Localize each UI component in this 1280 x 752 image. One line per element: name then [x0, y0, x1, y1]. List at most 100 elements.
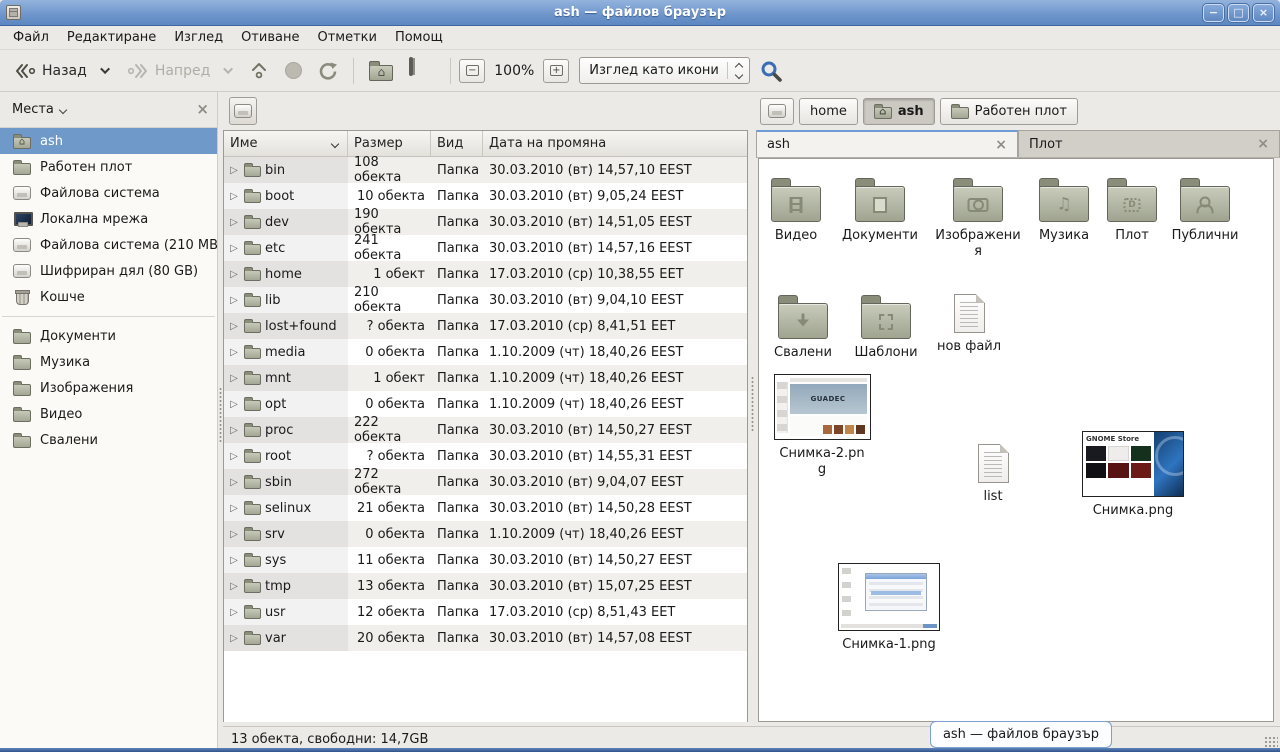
close-button[interactable]: × — [1253, 4, 1274, 22]
breadcrumb-desktop-button[interactable]: Работен плот — [940, 98, 1078, 125]
titlebar[interactable]: ash — файлов браузър − □ × — [0, 0, 1280, 26]
tree-row[interactable]: ▷home1 обектПапка17.03.2010 (ср) 10,38,5… — [224, 261, 747, 287]
expander-icon[interactable]: ▷ — [228, 451, 240, 462]
menu-item-5[interactable]: Помощ — [386, 27, 452, 48]
image-file-item[interactable]: GUADECСнимка-2.png — [779, 374, 865, 479]
sidebar-item[interactable]: Работен плот — [0, 154, 217, 180]
back-history-dropdown[interactable] — [96, 62, 117, 79]
tree-row[interactable]: ▷proc222 обектаПапка30.03.2010 (вт) 14,5… — [224, 417, 747, 443]
up-button[interactable] — [242, 56, 276, 86]
breadcrumb-root-button[interactable] — [760, 98, 794, 125]
places-selector[interactable]: Места — [12, 102, 54, 117]
expander-icon[interactable]: ▷ — [228, 503, 240, 514]
expander-icon[interactable]: ▷ — [228, 295, 240, 306]
tree-row[interactable]: ▷boot10 обектаПапка30.03.2010 (вт) 9,05,… — [224, 183, 747, 209]
maximize-button[interactable]: □ — [1228, 4, 1249, 22]
expander-icon[interactable]: ▷ — [228, 581, 240, 592]
sidebar-item[interactable]: Изображения — [0, 375, 217, 401]
chevron-down-icon[interactable] — [60, 107, 66, 113]
expander-icon[interactable]: ▷ — [228, 347, 240, 358]
sidebar-item[interactable]: Файлова система — [0, 180, 217, 206]
expander-icon[interactable]: ▷ — [228, 269, 240, 280]
sidebar-item[interactable]: Локална мрежа — [0, 206, 217, 232]
tree-row[interactable]: ▷sbin272 обектаПапка30.03.2010 (вт) 9,04… — [224, 469, 747, 495]
image-file-item[interactable]: Снимка-1.png — [837, 563, 941, 653]
tree-row[interactable]: ▷media0 обектаПапка1.10.2009 (чт) 18,40,… — [224, 339, 747, 365]
forward-history-dropdown[interactable] — [219, 62, 240, 79]
icon-view[interactable]: ВидеоДокументиИзображения♫МузикаDПлотПуб… — [758, 158, 1274, 722]
zoom-in-button[interactable]: + — [543, 59, 569, 83]
folder-item[interactable]: DПлот — [1090, 177, 1174, 244]
pane-splitter[interactable] — [750, 92, 755, 722]
menu-item-4[interactable]: Отметки — [308, 27, 385, 48]
folder-item[interactable]: Документи — [838, 177, 922, 244]
tree-row[interactable]: ▷selinux21 обектаПапка30.03.2010 (вт) 14… — [224, 495, 747, 521]
column-header-date[interactable]: Дата на промяна — [483, 131, 747, 156]
sidebar-item[interactable]: Документи — [0, 323, 217, 349]
tree-row[interactable]: ▷opt0 обектаПапка1.10.2009 (чт) 18,40,26… — [224, 391, 747, 417]
menu-item-0[interactable]: Файл — [4, 27, 58, 48]
zoom-out-button[interactable]: − — [459, 59, 485, 83]
expander-icon[interactable]: ▷ — [228, 477, 240, 488]
sidebar-item[interactable]: ash — [0, 128, 217, 154]
reload-button[interactable] — [311, 56, 345, 86]
tab-close-icon[interactable]: × — [1257, 136, 1269, 152]
tab-close-icon[interactable]: × — [995, 137, 1007, 153]
minimize-button[interactable]: − — [1203, 4, 1224, 22]
tree-row[interactable]: ▷usr12 обектаПапка17.03.2010 (ср) 8,51,4… — [224, 599, 747, 625]
expander-icon[interactable]: ▷ — [228, 191, 240, 202]
expander-icon[interactable]: ▷ — [228, 243, 240, 254]
tree-row[interactable]: ▷srv0 обектаПапка1.10.2009 (чт) 18,40,26… — [224, 521, 747, 547]
tree-row[interactable]: ▷mnt1 обектПапка1.10.2009 (чт) 18,40,26 … — [224, 365, 747, 391]
menu-item-3[interactable]: Отиване — [232, 27, 308, 48]
tree-row[interactable]: ▷tmp13 обектаПапка30.03.2010 (вт) 15,07,… — [224, 573, 747, 599]
tab-plot[interactable]: Плот × — [1018, 130, 1280, 157]
root-location-button[interactable] — [229, 97, 257, 125]
expander-icon[interactable]: ▷ — [228, 399, 240, 410]
tree-row[interactable]: ▷lib210 обектаПапка30.03.2010 (вт) 9,04,… — [224, 287, 747, 313]
folder-item[interactable]: Видео — [758, 177, 838, 244]
folder-item[interactable]: Публични — [1163, 177, 1247, 244]
column-header-type[interactable]: Вид — [431, 131, 483, 156]
tab-ash[interactable]: ash × — [756, 130, 1018, 157]
expander-icon[interactable]: ▷ — [228, 607, 240, 618]
folder-item[interactable]: Изображения — [933, 177, 1023, 261]
tree-row[interactable]: ▷sys11 обектаПапка30.03.2010 (вт) 14,50,… — [224, 547, 747, 573]
tree-row[interactable]: ▷root? обектаПапка30.03.2010 (вт) 14,55,… — [224, 443, 747, 469]
sidebar-item[interactable]: Свалени — [0, 427, 217, 453]
expander-icon[interactable]: ▷ — [228, 165, 240, 176]
tree-row[interactable]: ▷etc241 обектаПапка30.03.2010 (вт) 14,57… — [224, 235, 747, 261]
sidebar-item[interactable]: Кошче — [0, 284, 217, 310]
forward-button[interactable]: Напред — [119, 57, 217, 85]
expander-icon[interactable]: ▷ — [228, 217, 240, 228]
menu-item-2[interactable]: Изглед — [165, 27, 232, 48]
folder-item[interactable]: Шаблони — [844, 294, 928, 361]
back-button[interactable]: Назад — [6, 57, 94, 85]
expander-icon[interactable]: ▷ — [228, 529, 240, 540]
folder-item[interactable]: Свалени — [761, 294, 845, 361]
image-file-item[interactable]: GNOME StoreСнимка.png — [1078, 431, 1188, 519]
tree-row[interactable]: ▷bin108 обектаПапка30.03.2010 (вт) 14,57… — [224, 157, 747, 183]
tree-row[interactable]: ▷var20 обектаПапка30.03.2010 (вт) 14,57,… — [224, 625, 747, 651]
view-mode-select[interactable]: Изглед като икони — [579, 57, 750, 84]
breadcrumb-current-button[interactable]: ash — [863, 98, 935, 125]
column-header-size[interactable]: Размер — [348, 131, 431, 156]
tree-row[interactable]: ▷dev190 обектаПапка30.03.2010 (вт) 14,51… — [224, 209, 747, 235]
breadcrumb-home-button[interactable]: home — [799, 98, 858, 125]
taskbar-window-label[interactable]: ash — файлов браузър — [930, 721, 1112, 748]
home-button[interactable] — [362, 56, 400, 86]
menu-item-1[interactable]: Редактиране — [58, 27, 165, 48]
file-item[interactable]: list — [951, 444, 1035, 505]
stop-button[interactable] — [278, 57, 309, 84]
expander-icon[interactable]: ▷ — [228, 633, 240, 644]
column-header-name[interactable]: Име — [224, 131, 348, 156]
search-button[interactable] — [752, 54, 790, 88]
sidebar-item[interactable]: Музика — [0, 349, 217, 375]
computer-button[interactable] — [402, 54, 442, 88]
expander-icon[interactable]: ▷ — [228, 321, 240, 332]
expander-icon[interactable]: ▷ — [228, 425, 240, 436]
tree-row[interactable]: ▷lost+found? обектаПапка17.03.2010 (ср) … — [224, 313, 747, 339]
file-item[interactable]: нов файл — [927, 294, 1011, 355]
expander-icon[interactable]: ▷ — [228, 555, 240, 566]
sidebar-item[interactable]: Видео — [0, 401, 217, 427]
